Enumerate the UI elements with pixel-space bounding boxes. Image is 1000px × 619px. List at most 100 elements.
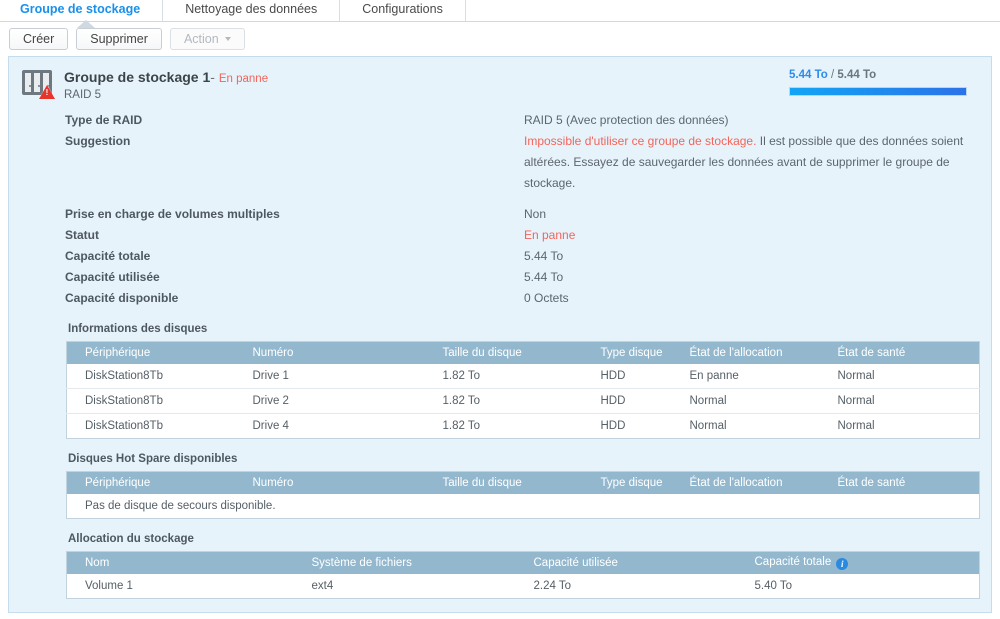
- pool-title-block: Groupe de stockage 1- En panne RAID 5: [64, 68, 789, 101]
- column-header-health-state: État de santé: [819, 341, 980, 364]
- capacity-progress-bar: [789, 87, 967, 96]
- detail-label: Capacité disponible: [65, 291, 179, 305]
- cell-total-capacity: 5.40 To: [754, 579, 793, 592]
- column-header-allocation-state: État de l'allocation: [671, 341, 820, 364]
- cell-allocation: En panne: [689, 369, 739, 382]
- table-header-row: Nom Système de fichiers Capacité utilisé…: [66, 551, 980, 574]
- column-header-filesystem: Système de fichiers: [293, 551, 516, 574]
- capacity-block: 5.44 To / 5.44 To: [789, 68, 979, 101]
- pool-details: Type de RAID RAID 5 (Avec protection des…: [9, 101, 991, 309]
- detail-label: Statut: [65, 228, 99, 242]
- action-menu-button[interactable]: Action: [169, 27, 245, 50]
- cell-used-capacity: 2.24 To: [533, 579, 572, 592]
- table-header-row: Périphérique Numéro Taille du disque Typ…: [66, 471, 980, 494]
- cell-size: 1.82 To: [442, 369, 481, 382]
- page-title: Groupe de stockage 1- En panne: [64, 69, 789, 85]
- active-tab-pointer: [77, 20, 95, 28]
- hot-spare-section: Disques Hot Spare disponibles Périphériq…: [9, 453, 991, 519]
- tab-nettoyage-des-donnees[interactable]: Nettoyage des données: [163, 0, 341, 21]
- detail-value: Impossible d'utiliser ce groupe de stock…: [524, 131, 969, 194]
- action-menu-label: Action: [183, 31, 219, 46]
- pool-name: Groupe de stockage 1: [64, 69, 211, 85]
- detail-value: En panne: [524, 228, 576, 242]
- cell-device: DiskStation8Tb: [66, 388, 235, 414]
- cell-allocation: Normal: [671, 388, 820, 414]
- capacity-progress-fill: [790, 88, 966, 95]
- chevron-down-icon: [224, 37, 231, 42]
- column-header-total-capacity: Capacité totale i: [736, 551, 980, 574]
- cell-size: 1.82 To: [424, 413, 583, 439]
- cell-device: DiskStation8Tb: [85, 369, 163, 382]
- tab-label: Configurations: [362, 2, 443, 16]
- table-header-row: Périphérique Numéro Taille du disque Typ…: [66, 341, 980, 364]
- capacity-text: 5.44 To / 5.44 To: [789, 69, 979, 81]
- cell-health: Normal: [819, 413, 980, 439]
- cell-filesystem: ext4: [311, 579, 334, 592]
- warning-triangle-icon: [39, 85, 55, 99]
- cell-volume-name: Volume 1: [85, 579, 133, 592]
- detail-row-used-capacity: Capacité utilisée 5.44 To: [9, 267, 991, 288]
- table-row[interactable]: DiskStation8Tb Drive 2 1.82 To HDD Norma…: [66, 388, 980, 414]
- column-header-number: Numéro: [234, 471, 425, 494]
- empty-row: Pas de disque de secours disponible.: [67, 494, 980, 519]
- create-button[interactable]: Créer: [9, 27, 69, 50]
- detail-value: RAID 5 (Avec protection des données): [524, 113, 729, 127]
- toolbar: Créer Supprimer Action: [0, 22, 1000, 55]
- title-separator: -: [210, 69, 215, 85]
- detail-value: Non: [524, 207, 547, 221]
- column-header-disk-type: Type disque: [582, 471, 672, 494]
- tab-configurations[interactable]: Configurations: [340, 0, 466, 21]
- tab-label: Groupe de stockage: [20, 2, 141, 16]
- column-header-used-capacity: Capacité utilisée: [515, 551, 737, 574]
- disk-information-table: Périphérique Numéro Taille du disque Typ…: [66, 341, 980, 439]
- section-title: Disques Hot Spare disponibles: [68, 453, 238, 465]
- cell-type: HDD: [600, 369, 626, 382]
- table-row[interactable]: Volume 1 ext4 2.24 To 5.40 To: [67, 574, 980, 599]
- tab-groupe-de-stockage[interactable]: Groupe de stockage: [0, 0, 164, 21]
- column-header-disk-size: Taille du disque: [424, 341, 583, 364]
- column-header-health-state: État de santé: [819, 471, 980, 494]
- detail-label: Capacité utilisée: [65, 270, 160, 284]
- hot-spare-table: Périphérique Numéro Taille du disque Typ…: [66, 471, 980, 519]
- detail-value: 5.44 To: [524, 249, 564, 263]
- info-icon[interactable]: i: [836, 557, 849, 570]
- detail-row-multiple-volumes: Prise en charge de volumes multiples Non: [9, 204, 991, 225]
- column-header-disk-type: Type disque: [582, 341, 672, 364]
- section-title: Allocation du stockage: [68, 533, 194, 545]
- table-row[interactable]: DiskStation8Tb Drive 4 1.82 To HDD Norma…: [66, 413, 980, 439]
- cell-device: DiskStation8Tb: [66, 413, 235, 439]
- status-badge: En panne: [218, 73, 269, 85]
- detail-row-total-capacity: Capacité totale 5.44 To: [9, 246, 991, 267]
- column-header-device: Périphérique: [66, 341, 235, 364]
- cell-type: HDD: [582, 388, 672, 414]
- cell-type: HDD: [582, 413, 672, 439]
- column-header-disk-size: Taille du disque: [424, 471, 583, 494]
- storage-pool-panel: Groupe de stockage 1- En panne RAID 5 5.…: [8, 56, 992, 613]
- pool-raid-subtitle: RAID 5: [64, 89, 102, 101]
- column-header-total-capacity-label: Capacité totale: [754, 555, 832, 568]
- cell-number: Drive 4: [234, 413, 425, 439]
- suggestion-error-text: Impossible d'utiliser ce groupe de stock…: [524, 134, 757, 148]
- capacity-used-value: 5.44 To: [789, 69, 828, 81]
- cell-number: Drive 2: [234, 388, 425, 414]
- detail-row-suggestion: Suggestion Impossible d'utiliser ce grou…: [9, 131, 991, 194]
- detail-label: Capacité totale: [65, 249, 151, 263]
- detail-label: Suggestion: [65, 134, 131, 148]
- cell-health: Normal: [837, 369, 875, 382]
- detail-label: Type de RAID: [65, 113, 143, 127]
- storage-allocation-section: Allocation du stockage Nom Système de fi…: [9, 533, 991, 599]
- detail-row-available-capacity: Capacité disponible 0 Octets: [9, 288, 991, 309]
- cell-size: 1.82 To: [424, 388, 583, 414]
- table-row[interactable]: DiskStation8Tb Drive 1 1.82 To HDD En pa…: [67, 364, 980, 389]
- detail-value: 0 Octets: [524, 291, 569, 305]
- tab-label: Nettoyage des données: [185, 2, 318, 16]
- capacity-separator: /: [830, 69, 835, 81]
- detail-value: 5.44 To: [524, 270, 564, 284]
- storage-allocation-table: Nom Système de fichiers Capacité utilisé…: [66, 551, 980, 599]
- detail-row-status: Statut En panne: [9, 225, 991, 246]
- detail-row-raid-type: Type de RAID RAID 5 (Avec protection des…: [9, 110, 991, 131]
- capacity-total-value: 5.44 To: [837, 69, 877, 81]
- column-header-allocation-state: État de l'allocation: [671, 471, 820, 494]
- column-header-name: Nom: [66, 551, 294, 574]
- delete-button[interactable]: Supprimer: [76, 27, 162, 50]
